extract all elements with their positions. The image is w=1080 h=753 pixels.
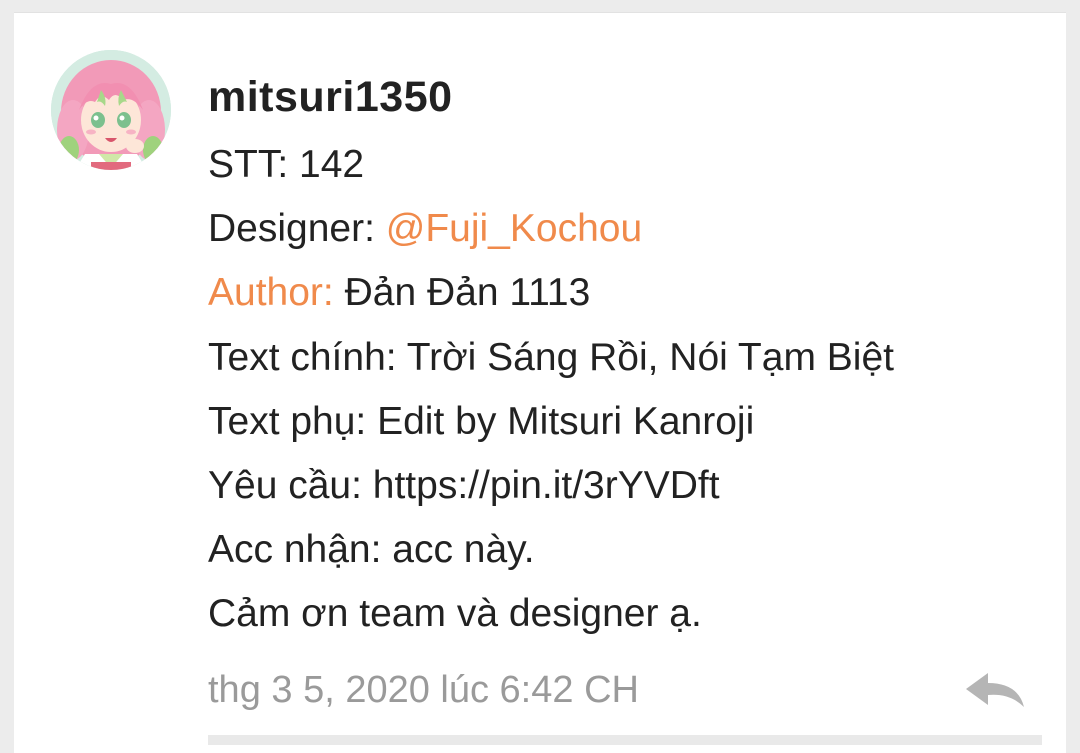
comment-timestamp: thg 3 5, 2020 lúc 6:42 CH (208, 669, 639, 711)
text-phu-line: Text phụ: Edit by Mitsuri Kanroji (208, 399, 755, 443)
reply-arrow-icon (966, 673, 1024, 707)
author-value: Đản Đản 1113 (333, 271, 591, 315)
reply-button[interactable] (962, 667, 1032, 713)
comment-body: mitsuri1350 STT: 142 Designer: @Fuji_Koc… (208, 69, 1046, 647)
username[interactable]: mitsuri1350 (208, 69, 1046, 125)
stt-line: STT: 142 (208, 143, 365, 186)
designer-mention-link[interactable]: @Fuji_Kochou (386, 207, 642, 250)
avatar[interactable] (51, 50, 171, 170)
designer-label: Designer: (208, 207, 386, 251)
acc-nhan-line: Acc nhận: acc này. (208, 528, 535, 572)
cam-on-line: Cảm ơn team và designer ạ. (208, 592, 702, 636)
author-label: Author: (208, 271, 334, 315)
divider (208, 735, 1042, 745)
text-chinh-line: Text chính: Trời Sáng Rồi, Nói Tạm Biệt (208, 335, 894, 379)
comment-card: mitsuri1350 STT: 142 Designer: @Fuji_Koc… (14, 12, 1066, 753)
avatar-image (51, 50, 171, 170)
yeu-cau-line: Yêu cầu: https://pin.it/3rYVDft (208, 464, 720, 508)
author-line: Author: Đản Đản 1113 (208, 261, 1046, 325)
designer-line: Designer: @Fuji_Kochou (208, 197, 1046, 261)
